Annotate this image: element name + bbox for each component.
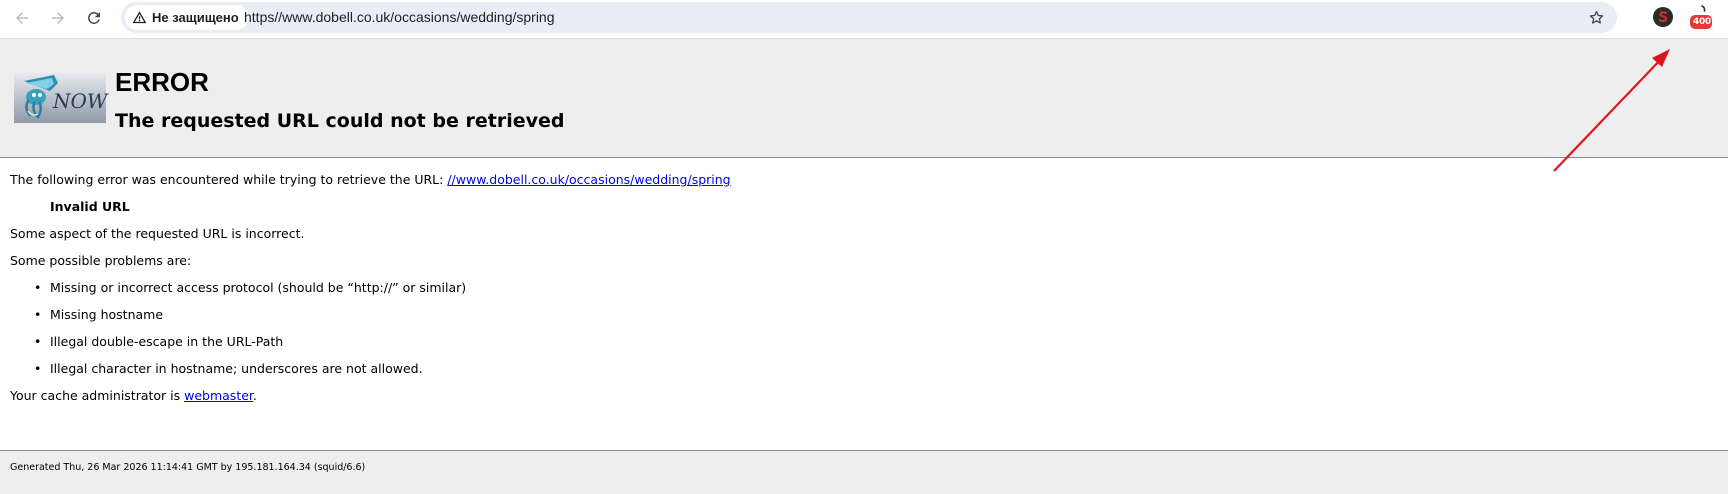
back-button[interactable]: [8, 4, 36, 32]
error-description: Some aspect of the requested URL is inco…: [10, 226, 305, 241]
logo-text: NOW: [53, 89, 108, 113]
address-bar[interactable]: Не защищено https//www.dobell.co.uk/occa…: [121, 2, 1617, 33]
status-badge-text: 400: [1693, 17, 1711, 27]
security-label: Не защищено: [152, 10, 239, 25]
admin-suffix: .: [252, 388, 257, 403]
intro-line: The following error was encountered whil…: [10, 172, 731, 187]
security-chip[interactable]: Не защищено: [125, 5, 249, 30]
arrow-left-icon: [16, 12, 28, 24]
s-extension-icon[interactable]: [1651, 5, 1675, 29]
warning-icon: [132, 11, 147, 24]
error-subtitle: The requested URL could not be retrieved: [115, 110, 565, 132]
problems-heading: Some possible problems are:: [10, 253, 192, 268]
browser-toolbar: Не защищено https//www.dobell.co.uk/occa…: [0, 0, 1728, 39]
star-icon: [1589, 10, 1603, 24]
error-footer: Generated Thu, 26 Mar 2026 11:14:41 GMT …: [0, 450, 1728, 494]
reload-button[interactable]: [80, 4, 108, 32]
error-title: ERROR: [115, 67, 209, 97]
admin-line: Your cache administrator is webmaster.: [10, 388, 257, 403]
footer-text: Generated Thu, 26 Mar 2026 11:14:41 GMT …: [10, 462, 366, 473]
problem-item: Illegal double-escape in the URL-Path: [34, 334, 283, 349]
webmaster-link[interactable]: webmaster: [184, 388, 253, 403]
url-text[interactable]: https//www.dobell.co.uk/occasions/weddin…: [244, 9, 555, 25]
error-name: Invalid URL: [50, 199, 130, 214]
problem-item: Illegal character in hostname; underscor…: [34, 361, 423, 376]
bookmark-button[interactable]: [1585, 6, 1607, 28]
reload-icon: [87, 11, 100, 24]
arrow-right-icon: [52, 12, 64, 24]
http-status-extension-icon[interactable]: 400: [1688, 4, 1714, 32]
forward-button[interactable]: [44, 4, 72, 32]
requested-url-link[interactable]: //www.dobell.co.uk/occasions/wedding/spr…: [447, 172, 730, 187]
error-header: NOW ERROR The requested URL could not be…: [0, 39, 1728, 158]
problem-item: Missing or incorrect access protocol (sh…: [34, 280, 466, 295]
admin-prefix: Your cache administrator is: [10, 388, 185, 403]
problem-item: Missing hostname: [34, 307, 163, 322]
intro-text: The following error was encountered whil…: [10, 172, 448, 187]
